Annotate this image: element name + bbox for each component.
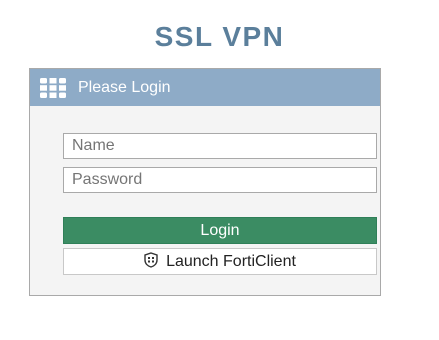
panel-header: Please Login [30,69,380,106]
login-panel: Please Login Login Launch FortiClient [29,68,381,296]
forticlient-shield-icon [144,252,158,268]
launch-forticlient-button[interactable]: Launch FortiClient [63,248,377,275]
panel-title: Please Login [78,79,171,96]
fortinet-logo-icon [40,78,66,98]
login-button[interactable]: Login [63,217,377,244]
password-input[interactable] [63,167,377,193]
launch-forticlient-label: Launch FortiClient [166,253,296,270]
app-title: SSL VPN [154,21,285,52]
name-input[interactable] [63,133,377,159]
login-page: SSL VPN Please Login Login [0,0,439,340]
